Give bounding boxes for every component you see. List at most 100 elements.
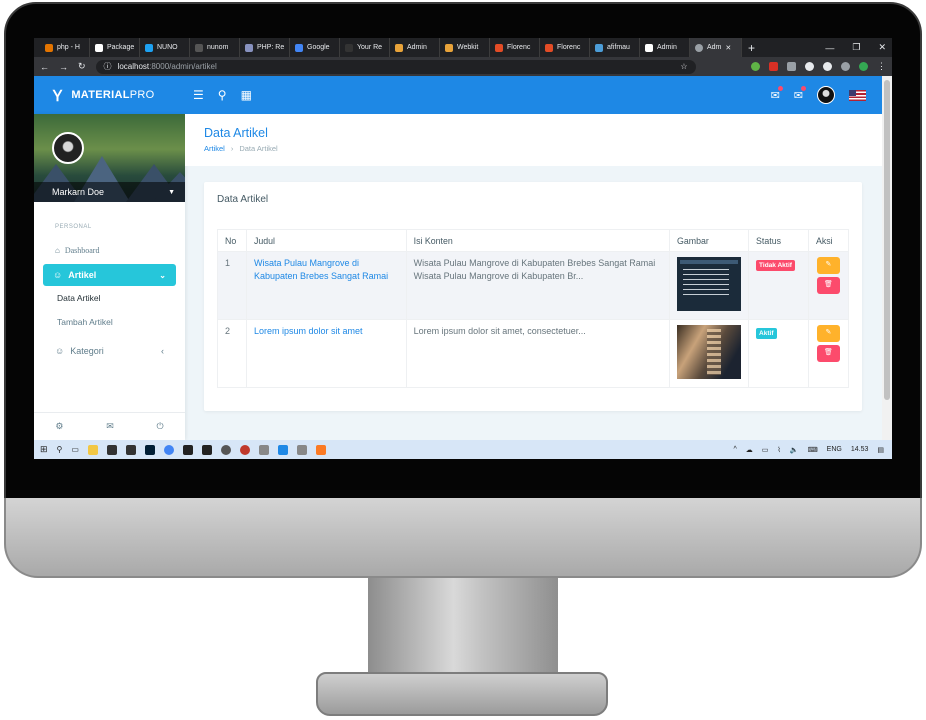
browser-tab[interactable]: Google: [290, 38, 340, 57]
notifications-icon[interactable]: ▤: [877, 446, 884, 454]
browser-tab-active[interactable]: Adm ✕: [690, 38, 742, 57]
extension-icon[interactable]: [805, 62, 814, 71]
browser-tab[interactable]: NUNO: [140, 38, 190, 57]
windows-start-icon[interactable]: ⊞: [40, 444, 48, 455]
smile-icon: ☺: [53, 270, 63, 280]
chevron-up-icon[interactable]: ^: [734, 446, 737, 453]
hamburger-menu-icon[interactable]: ☰: [193, 88, 204, 102]
keyboard-icon[interactable]: ⌨: [808, 446, 818, 454]
cell-status: Aktif: [748, 319, 809, 388]
browser-tab[interactable]: PHP: Re: [240, 38, 290, 57]
profile-icon[interactable]: [859, 62, 868, 71]
chrome-icon[interactable]: [163, 444, 174, 455]
browser-tab[interactable]: Florenc: [490, 38, 540, 57]
user-avatar[interactable]: [817, 86, 835, 104]
card-title: Data Artikel: [217, 194, 269, 205]
volume-icon[interactable]: 🔈: [790, 446, 799, 454]
info-icon[interactable]: ⓘ: [104, 61, 112, 72]
brand-logo[interactable]: Ｙ MATERIALPRO: [34, 76, 185, 114]
browser-tab[interactable]: nunom: [190, 38, 240, 57]
cell-judul-link[interactable]: Lorem ipsum dolor sit amet: [245, 319, 407, 388]
breadcrumb-link-artikel[interactable]: Artikel: [204, 144, 225, 153]
browser-tab[interactable]: Webkit: [440, 38, 490, 57]
page-title: Data Artikel: [204, 126, 268, 140]
adblock-icon[interactable]: [769, 62, 778, 71]
browser-tab[interactable]: php - H: [40, 38, 90, 57]
maximize-icon[interactable]: ❐: [852, 42, 860, 53]
sidebar-item-artikel[interactable]: ☺ Artikel ⌄: [43, 264, 176, 286]
search-icon[interactable]: ⚲: [57, 445, 63, 454]
sidebar-footer: ⚙ ✉ ⏻: [34, 412, 185, 440]
minimize-icon[interactable]: —: [825, 43, 834, 53]
forward-icon[interactable]: →: [59, 62, 68, 72]
top-header: Ｙ MATERIALPRO ☰ ⚲ ▦ ✉ ✉: [34, 76, 882, 114]
profile-name-dropdown[interactable]: Markarn Doe ▼: [34, 182, 185, 202]
address-bar[interactable]: ⓘ localhost:8000/admin/artikel ☆: [95, 59, 696, 74]
sidebar-subitem-tambah-artikel[interactable]: Tambah Artikel: [43, 310, 176, 334]
extension-icon[interactable]: [823, 62, 832, 71]
page-scrollbar[interactable]: [882, 76, 892, 440]
cell-gambar: [669, 251, 750, 320]
browser-tab[interactable]: Admin: [390, 38, 440, 57]
browser-tab[interactable]: Package: [90, 38, 140, 57]
app-icon[interactable]: [239, 444, 250, 455]
browser-tab[interactable]: Admin: [640, 38, 690, 57]
scrollbar-thumb[interactable]: [884, 80, 890, 400]
tab-favicon-icon: [495, 43, 503, 52]
bookmark-star-icon[interactable]: ☆: [680, 62, 687, 71]
kebab-menu-icon[interactable]: ⋮: [877, 61, 886, 72]
us-flag-icon[interactable]: [849, 89, 866, 101]
extension-icon[interactable]: [787, 62, 796, 71]
file-explorer-icon[interactable]: [87, 444, 98, 455]
clock[interactable]: 14.53: [851, 446, 869, 453]
edit-button[interactable]: ✎: [816, 257, 840, 274]
photoshop-icon[interactable]: [144, 444, 155, 455]
sidebar-item-kategori[interactable]: ☺ Kategori ‹: [43, 336, 176, 366]
mail-icon[interactable]: ✉: [106, 421, 114, 432]
edit-button[interactable]: ✎: [816, 325, 840, 342]
puzzle-icon[interactable]: [841, 62, 850, 71]
store-icon[interactable]: [106, 444, 117, 455]
cell-aksi: ✎ 🗑: [807, 251, 850, 320]
new-tab-button[interactable]: +: [742, 41, 761, 55]
sidebar-item-dashboard[interactable]: ⌂ Dashboard: [43, 242, 176, 258]
cloud-icon[interactable]: ☁: [746, 446, 753, 454]
grid-apps-icon[interactable]: ▦: [241, 88, 252, 102]
breadcrumb-current: Data Artikel: [239, 144, 278, 153]
settings-gear-icon[interactable]: [220, 444, 231, 455]
extension-icon[interactable]: [751, 62, 760, 71]
chevron-down-icon: ⌄: [159, 270, 166, 280]
reload-icon[interactable]: ↻: [78, 61, 86, 72]
settings-gear-icon[interactable]: ⚙: [55, 421, 63, 432]
photos-icon[interactable]: [277, 444, 288, 455]
app-icon[interactable]: [258, 444, 269, 455]
user-profile-banner: Markarn Doe ▼: [34, 114, 185, 202]
articles-table: No Judul Isi Konten Gambar Status Aksi 1: [217, 229, 850, 388]
cell-judul-link[interactable]: Wisata Pulau Mangrove di Kabupaten Brebe…: [245, 251, 407, 320]
delete-button[interactable]: 🗑: [816, 277, 840, 294]
browser-tab[interactable]: afifmau: [590, 38, 640, 57]
delete-button[interactable]: 🗑: [816, 345, 840, 362]
ide-icon[interactable]: [201, 444, 212, 455]
power-icon[interactable]: ⏻: [157, 421, 164, 432]
language-indicator[interactable]: ENG: [827, 446, 842, 453]
cell-status: Tidak Aktif: [748, 251, 809, 320]
close-window-icon[interactable]: ✕: [878, 42, 886, 53]
search-icon[interactable]: ⚲: [218, 88, 227, 102]
terminal-icon[interactable]: [182, 444, 193, 455]
close-tab-icon[interactable]: ✕: [725, 44, 731, 52]
network-icon[interactable]: ⌇: [777, 446, 780, 454]
xampp-icon[interactable]: [315, 444, 326, 455]
browser-tab[interactable]: Your Re: [340, 38, 390, 57]
globe-icon: [695, 43, 703, 52]
app-icon[interactable]: [125, 444, 136, 455]
browser-tab[interactable]: Florenc: [540, 38, 590, 57]
mail-icon[interactable]: ✉: [794, 85, 806, 102]
notification-icon[interactable]: ✉: [771, 85, 783, 102]
app-icon[interactable]: [296, 444, 307, 455]
battery-icon[interactable]: ▭: [762, 446, 769, 454]
header-left-tools: ☰ ⚲ ▦: [193, 88, 252, 102]
sidebar-subitem-data-artikel[interactable]: Data Artikel: [43, 286, 176, 310]
back-icon[interactable]: ←: [40, 62, 49, 72]
task-view-icon[interactable]: ▭: [71, 445, 79, 454]
